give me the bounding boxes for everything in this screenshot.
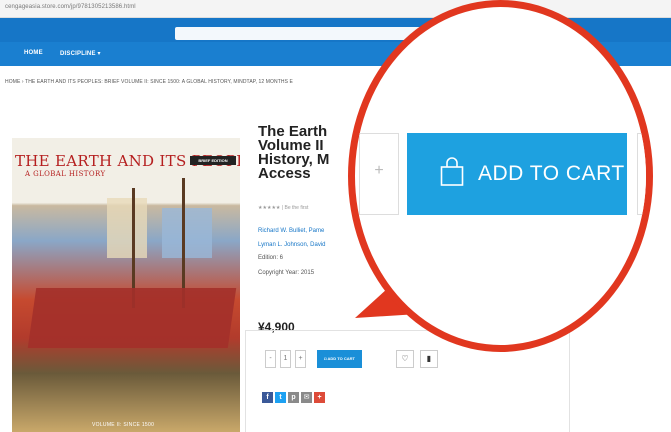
cover-art-buildings [162,208,212,258]
edition: Edition: 6 [258,255,284,261]
magnified-thumbnail: ♡ [637,133,646,215]
author-link[interactable]: Lyman L. Johnson, David [258,242,325,248]
cover-subtitle: A GLOBAL HISTORY [25,170,106,178]
shopping-bag-icon [440,156,464,192]
magnified-add-to-cart-button[interactable]: ADD TO CART [407,133,627,215]
magnifier-callout: The EarthVolume IIHistory, MAccess + ADD… [348,0,653,352]
rating-stars[interactable]: ★★★★★ | Be the first [258,205,308,211]
cover-volume: VOLUME II: SINCE 1500 [92,422,155,428]
shopping-bag-icon-svg [440,156,464,186]
breadcrumb: HOME › THE EARTH AND ITS PEOPLES: BRIEF … [5,79,293,85]
author-link[interactable]: Richard W. Bulliet, Pame [258,228,324,234]
product-image[interactable]: THE EARTH AND ITS PEOPLES A GLOBAL HISTO… [12,138,240,432]
magnified-cart-label: ADD TO CART [478,162,625,185]
magnified-thumbnail: + [359,133,399,215]
cover-art-ship [27,288,237,348]
nav-home[interactable]: HOME [24,50,43,56]
copyright-year: Copyright Year: 2015 [258,270,315,276]
nav-discipline[interactable]: DISCIPLINE ▾ [60,50,101,57]
url-text: cengageasia.store.com/jp/9781305213586.h… [5,4,136,10]
cover-art-sail [107,198,147,258]
cover-badge: BRIEF EDITION [190,156,236,165]
